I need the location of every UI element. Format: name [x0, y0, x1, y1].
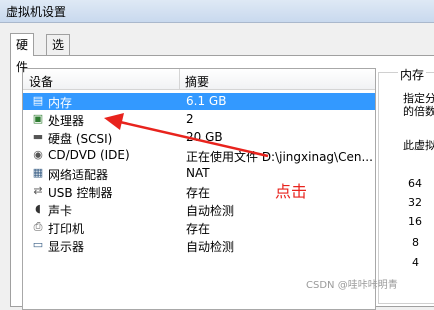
annotation-arrow [104, 113, 269, 158]
annotation-label: 点击 [275, 182, 308, 201]
watermark: CSDN @哇咔咔明青 [306, 280, 398, 291]
tab-hardware[interactable]: 硬件 [10, 33, 35, 74]
